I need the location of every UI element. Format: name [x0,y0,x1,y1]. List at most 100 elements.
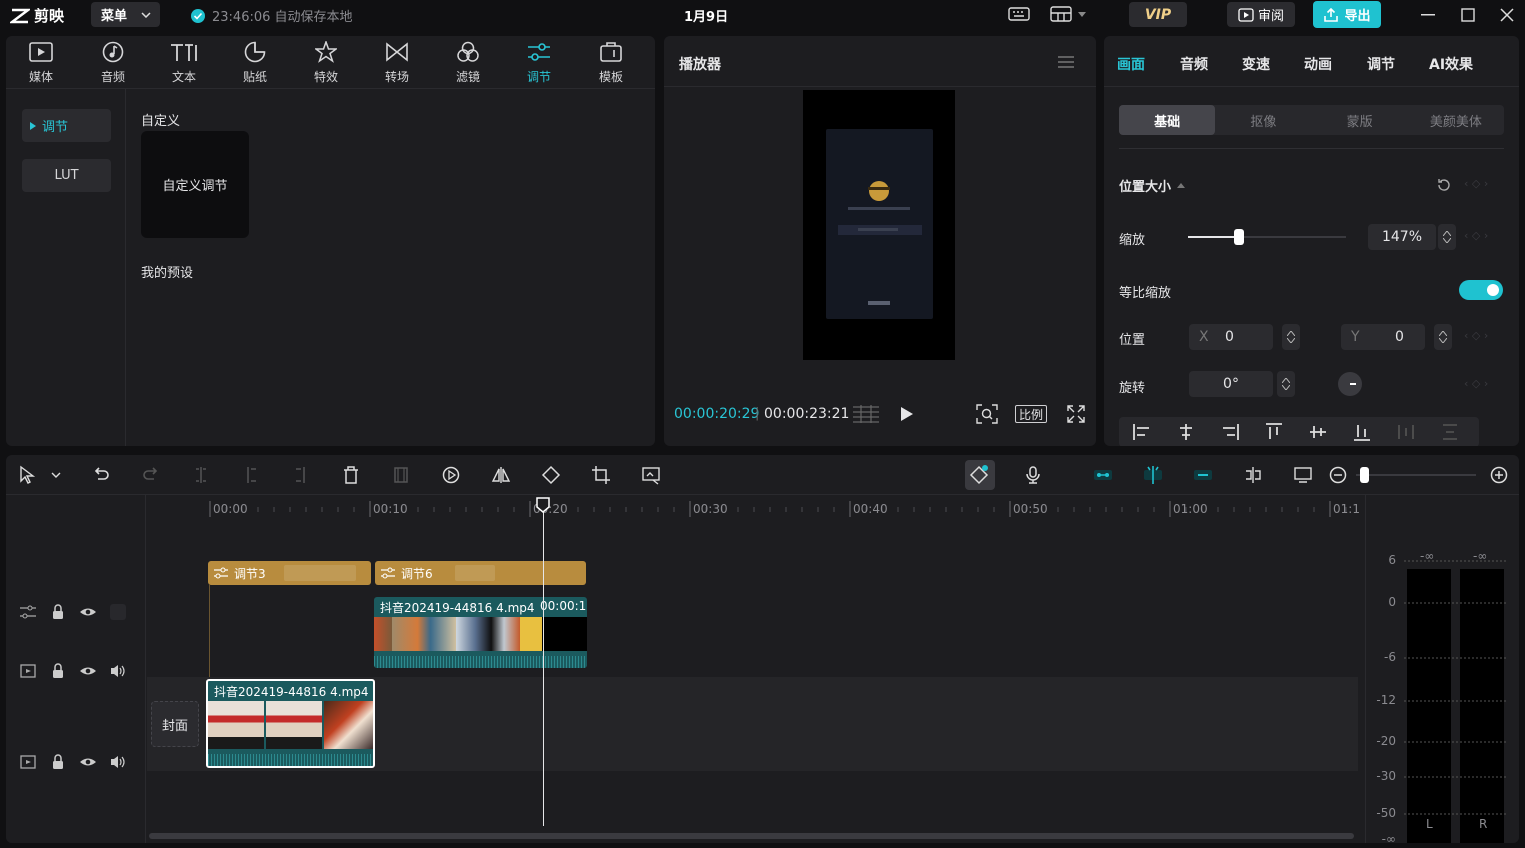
rotate-icon[interactable] [541,465,561,485]
chevron-down-icon[interactable] [48,465,68,485]
adjust-track-icon[interactable] [19,603,37,621]
scale-stepper[interactable] [1438,224,1456,250]
scale-input[interactable]: 147% [1368,224,1436,250]
section-position-size[interactable]: 位置大小 [1119,176,1186,195]
mirror-icon[interactable] [491,465,511,485]
tab-filter[interactable]: 滤镜 [438,40,498,86]
subtab[interactable]: 抠像 [1215,105,1311,135]
vip-button[interactable]: VIP [1129,2,1187,27]
zoom-frame-icon[interactable] [976,404,998,424]
align-center-v-icon[interactable] [1308,422,1328,442]
eye-icon[interactable] [79,662,97,680]
sidebar-item-adjust[interactable]: 调节 [22,109,111,142]
tab-media[interactable]: 媒体 [11,40,71,86]
preview-axis-icon[interactable] [1143,465,1163,485]
tab-label: 滤镜 [455,70,480,84]
magnet-icon[interactable] [969,465,989,485]
video-track-icon[interactable] [19,753,37,771]
position-y-stepper[interactable] [1434,324,1452,350]
reset-icon[interactable] [1436,177,1452,193]
properties-tab[interactable]: 动画 [1304,54,1332,74]
horizontal-scrollbar[interactable] [149,833,1354,839]
adjust-clip[interactable]: 调节3 [208,561,371,585]
custom-adjust-card[interactable]: 自定义调节 [141,131,249,238]
link-main-icon[interactable] [1093,465,1113,485]
adjust-clip[interactable]: 调节6 [375,561,586,585]
speaker-icon[interactable] [109,753,127,771]
align-center-h-icon[interactable] [1176,422,1196,442]
properties-tab[interactable]: 调节 [1367,54,1395,74]
uniform-scale-toggle[interactable] [1459,280,1503,300]
speaker-icon[interactable] [109,662,127,680]
maximize-icon[interactable] [1458,5,1478,25]
distribute-v-icon[interactable] [1440,422,1460,442]
rotate-input[interactable]: 0° [1189,371,1273,397]
overlay-video-clip[interactable]: 抖音202419-44816 4.mp4 00:00:1 [374,597,587,668]
lock-icon[interactable] [49,753,67,771]
video-track-icon[interactable] [19,662,37,680]
lock-icon[interactable] [49,662,67,680]
reverse-icon[interactable] [441,465,461,485]
distribute-h-icon[interactable] [1396,422,1416,442]
timeline-zoom-slider[interactable] [1356,467,1476,483]
properties-tab[interactable]: 音频 [1180,54,1208,74]
tab-audio[interactable]: 音频 [83,40,143,86]
tab-text[interactable]: 文本 [154,40,214,86]
align-top-icon[interactable] [1264,422,1284,442]
position-y-input[interactable]: Y 0 [1341,324,1425,350]
hamburger-icon[interactable] [1058,56,1074,68]
tab-adjust[interactable]: 调节 [509,40,569,86]
minimize-icon[interactable] [1418,5,1438,25]
keyboard-icon[interactable] [1008,6,1030,22]
position-x-stepper[interactable] [1282,324,1300,350]
align-bottom-icon[interactable] [1352,422,1372,442]
main-video-clip[interactable]: 抖音202419-44816 4.mp4 [206,679,375,768]
tab-sticker[interactable]: 贴纸 [225,40,285,86]
rotate-dial[interactable] [1338,372,1362,396]
properties-tab[interactable]: AI效果 [1429,54,1473,74]
tab-template[interactable]: 模板 [581,40,641,86]
crop-icon[interactable] [591,465,611,485]
tab-effects[interactable]: 特效 [296,40,356,86]
position-x-input[interactable]: X 0 [1189,324,1273,350]
time-separator: | [755,406,760,421]
playhead[interactable] [536,497,550,826]
tab-transition[interactable]: 转场 [367,40,427,86]
smart-crop-icon[interactable] [641,465,661,485]
split-view-icon[interactable] [1243,465,1263,485]
undo-icon[interactable] [91,465,111,485]
review-button[interactable]: 审阅 [1227,2,1295,27]
properties-tab[interactable]: 变速 [1242,54,1270,74]
close-icon[interactable] [1497,5,1517,25]
subtab[interactable]: 基础 [1119,105,1216,135]
sidebar-item-lut[interactable]: LUT [22,159,111,192]
cover-button[interactable]: 封面 [151,701,199,747]
align-right-icon[interactable] [1220,422,1240,442]
fullscreen-icon[interactable] [1067,405,1085,423]
menu-button[interactable]: 菜单 [91,2,160,27]
video-preview[interactable] [803,90,955,360]
subtab[interactable]: 美颜美体 [1408,105,1504,135]
linkage-icon[interactable] [1193,465,1213,485]
properties-tab[interactable]: 画面 [1117,54,1145,74]
zoom-out-icon[interactable] [1328,465,1348,485]
select-icon[interactable] [18,465,38,485]
grid-icon[interactable] [852,404,880,424]
eye-icon[interactable] [79,753,97,771]
ratio-button[interactable]: 比例 [1015,405,1047,423]
scale-slider-track[interactable] [1188,229,1346,245]
zoom-in-icon[interactable] [1489,465,1509,485]
lock-icon[interactable] [49,603,67,621]
scale-slider-handle[interactable] [1233,229,1244,245]
subtab[interactable]: 蒙版 [1312,105,1408,135]
sidebar-item-label: LUT [54,168,79,183]
align-left-icon[interactable] [1132,422,1152,442]
layout-button[interactable] [1050,6,1086,22]
export-button[interactable]: 导出 [1313,1,1381,28]
screen-icon[interactable] [1293,465,1313,485]
rotate-stepper[interactable] [1277,371,1295,397]
play-icon[interactable] [900,406,914,422]
microphone-icon[interactable] [1023,465,1043,485]
eye-icon[interactable] [79,603,97,621]
delete-icon[interactable] [341,465,361,485]
